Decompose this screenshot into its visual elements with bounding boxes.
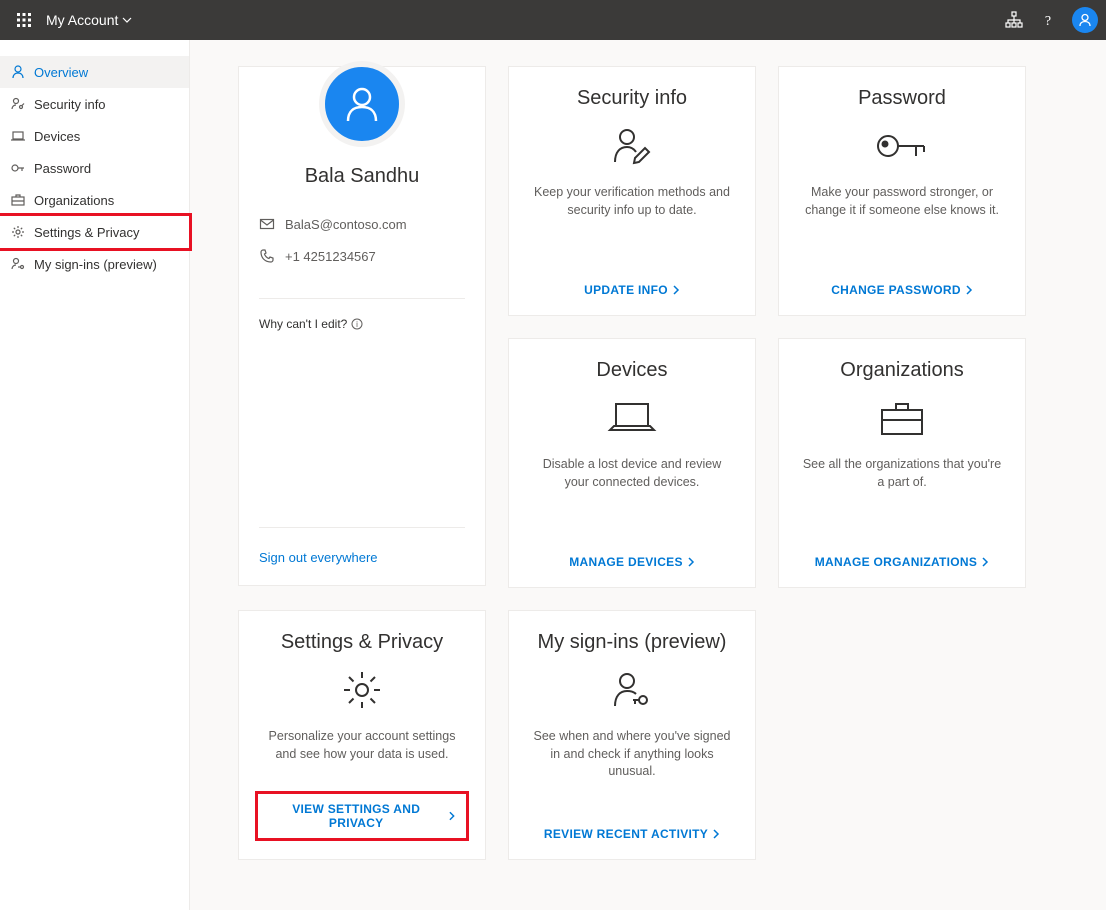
phone-row: +1 4251234567 [259, 248, 465, 264]
my-signins-card: My sign-ins (preview) See when and where… [508, 610, 756, 860]
sidebar-item-label: Password [34, 161, 91, 176]
card-title: My sign-ins (preview) [538, 631, 727, 654]
chevron-down-icon [122, 15, 132, 25]
sidebar-item-label: Security info [34, 97, 106, 112]
briefcase-icon [10, 192, 26, 208]
manage-organizations-link[interactable]: MANAGE ORGANIZATIONS [815, 555, 989, 569]
gear-icon [10, 224, 26, 240]
security-info-card: Security info Keep your verification met… [508, 66, 756, 316]
email-value: BalaS@contoso.com [285, 217, 407, 232]
sidebar-item-label: Organizations [34, 193, 114, 208]
sidebar-item-organizations[interactable]: Organizations [0, 184, 189, 216]
mail-icon [259, 216, 275, 232]
chevron-right-icon [965, 285, 973, 295]
password-card: Password Make your password stronger, or… [778, 66, 1026, 316]
organizations-card: Organizations See all the organizations … [778, 338, 1026, 588]
profile-card: Bala Sandhu BalaS@contoso.com +1 4251234… [238, 66, 486, 586]
person-icon [10, 64, 26, 80]
phone-value: +1 4251234567 [285, 249, 376, 264]
chevron-right-icon [672, 285, 680, 295]
info-icon: i [351, 318, 363, 330]
layout: Overview Security info Devices Password … [0, 40, 1106, 910]
key-icon [10, 160, 26, 176]
briefcase-icon [874, 398, 930, 438]
change-password-link[interactable]: CHANGE PASSWORD [831, 283, 973, 297]
app-title: My Account [46, 12, 118, 28]
sidebar-item-security-info[interactable]: Security info [0, 88, 189, 120]
card-title: Password [858, 87, 946, 110]
sidebar-item-devices[interactable]: Devices [0, 120, 189, 152]
profile-name: Bala Sandhu [259, 165, 465, 188]
why-cant-edit[interactable]: Why can't I edit? i [259, 317, 465, 331]
action-label: MANAGE ORGANIZATIONS [815, 555, 977, 569]
profile-avatar [319, 61, 405, 147]
waffle-icon[interactable] [8, 4, 40, 36]
laptop-icon [604, 398, 660, 438]
manage-devices-link[interactable]: MANAGE DEVICES [569, 555, 695, 569]
topbar: My Account ? [0, 0, 1106, 40]
card-title: Settings & Privacy [281, 631, 443, 654]
why-edit-label: Why can't I edit? [259, 317, 347, 331]
topbar-right: ? [1004, 7, 1098, 33]
devices-card: Devices Disable a lost device and review… [508, 338, 756, 588]
card-desc: See when and where you've signed in and … [525, 728, 739, 781]
action-label: UPDATE INFO [584, 283, 668, 297]
person-key-icon [609, 670, 655, 710]
sidebar-item-label: Devices [34, 129, 80, 144]
signout-everywhere-link[interactable]: Sign out everywhere [259, 550, 465, 565]
app-title-dropdown[interactable]: My Account [46, 12, 132, 28]
action-label: MANAGE DEVICES [569, 555, 683, 569]
card-desc: Keep your verification methods and secur… [525, 184, 739, 219]
content: Bala Sandhu BalaS@contoso.com +1 4251234… [190, 40, 1106, 910]
sidebar-item-label: Overview [34, 65, 88, 80]
card-desc: Make your password stronger, or change i… [795, 184, 1009, 219]
chevron-right-icon [687, 557, 695, 567]
card-title: Devices [596, 359, 667, 382]
view-settings-privacy-link[interactable]: VIEW SETTINGS AND PRIVACY [255, 791, 469, 841]
svg-text:i: i [356, 320, 358, 329]
card-desc: See all the organizations that you're a … [795, 456, 1009, 491]
divider [259, 527, 465, 528]
sidebar-item-overview[interactable]: Overview [0, 56, 189, 88]
person-pencil-icon [609, 126, 655, 166]
card-desc: Disable a lost device and review your co… [525, 456, 739, 491]
chevron-right-icon [448, 811, 456, 821]
settings-privacy-card: Settings & Privacy Personalize your acco… [238, 610, 486, 860]
person-key-icon [10, 256, 26, 272]
card-title: Security info [577, 87, 687, 110]
chevron-right-icon [981, 557, 989, 567]
card-desc: Personalize your account settings and se… [255, 728, 469, 763]
sidebar-item-settings-privacy[interactable]: Settings & Privacy [0, 213, 192, 251]
divider [259, 298, 465, 299]
profile-avatar-wrap [259, 61, 465, 147]
key-icon [874, 126, 930, 166]
card-grid: Bala Sandhu BalaS@contoso.com +1 4251234… [238, 66, 1058, 860]
sidebar: Overview Security info Devices Password … [0, 40, 190, 910]
review-activity-link[interactable]: REVIEW RECENT ACTIVITY [544, 827, 720, 841]
card-title: Organizations [840, 359, 963, 382]
gear-icon [340, 670, 384, 710]
key-person-icon [10, 96, 26, 112]
laptop-icon [10, 128, 26, 144]
sidebar-item-my-signins[interactable]: My sign-ins (preview) [0, 248, 189, 280]
avatar-button[interactable] [1072, 7, 1098, 33]
org-chart-icon[interactable] [1004, 10, 1024, 30]
action-label: REVIEW RECENT ACTIVITY [544, 827, 708, 841]
update-info-link[interactable]: UPDATE INFO [584, 283, 680, 297]
email-row: BalaS@contoso.com [259, 216, 465, 232]
sidebar-item-label: Settings & Privacy [34, 225, 140, 240]
svg-text:?: ? [1045, 14, 1051, 28]
action-label: VIEW SETTINGS AND PRIVACY [268, 802, 444, 830]
help-icon[interactable]: ? [1038, 10, 1058, 30]
phone-icon [259, 248, 275, 264]
sidebar-item-password[interactable]: Password [0, 152, 189, 184]
action-label: CHANGE PASSWORD [831, 283, 961, 297]
chevron-right-icon [712, 829, 720, 839]
sidebar-item-label: My sign-ins (preview) [34, 257, 157, 272]
